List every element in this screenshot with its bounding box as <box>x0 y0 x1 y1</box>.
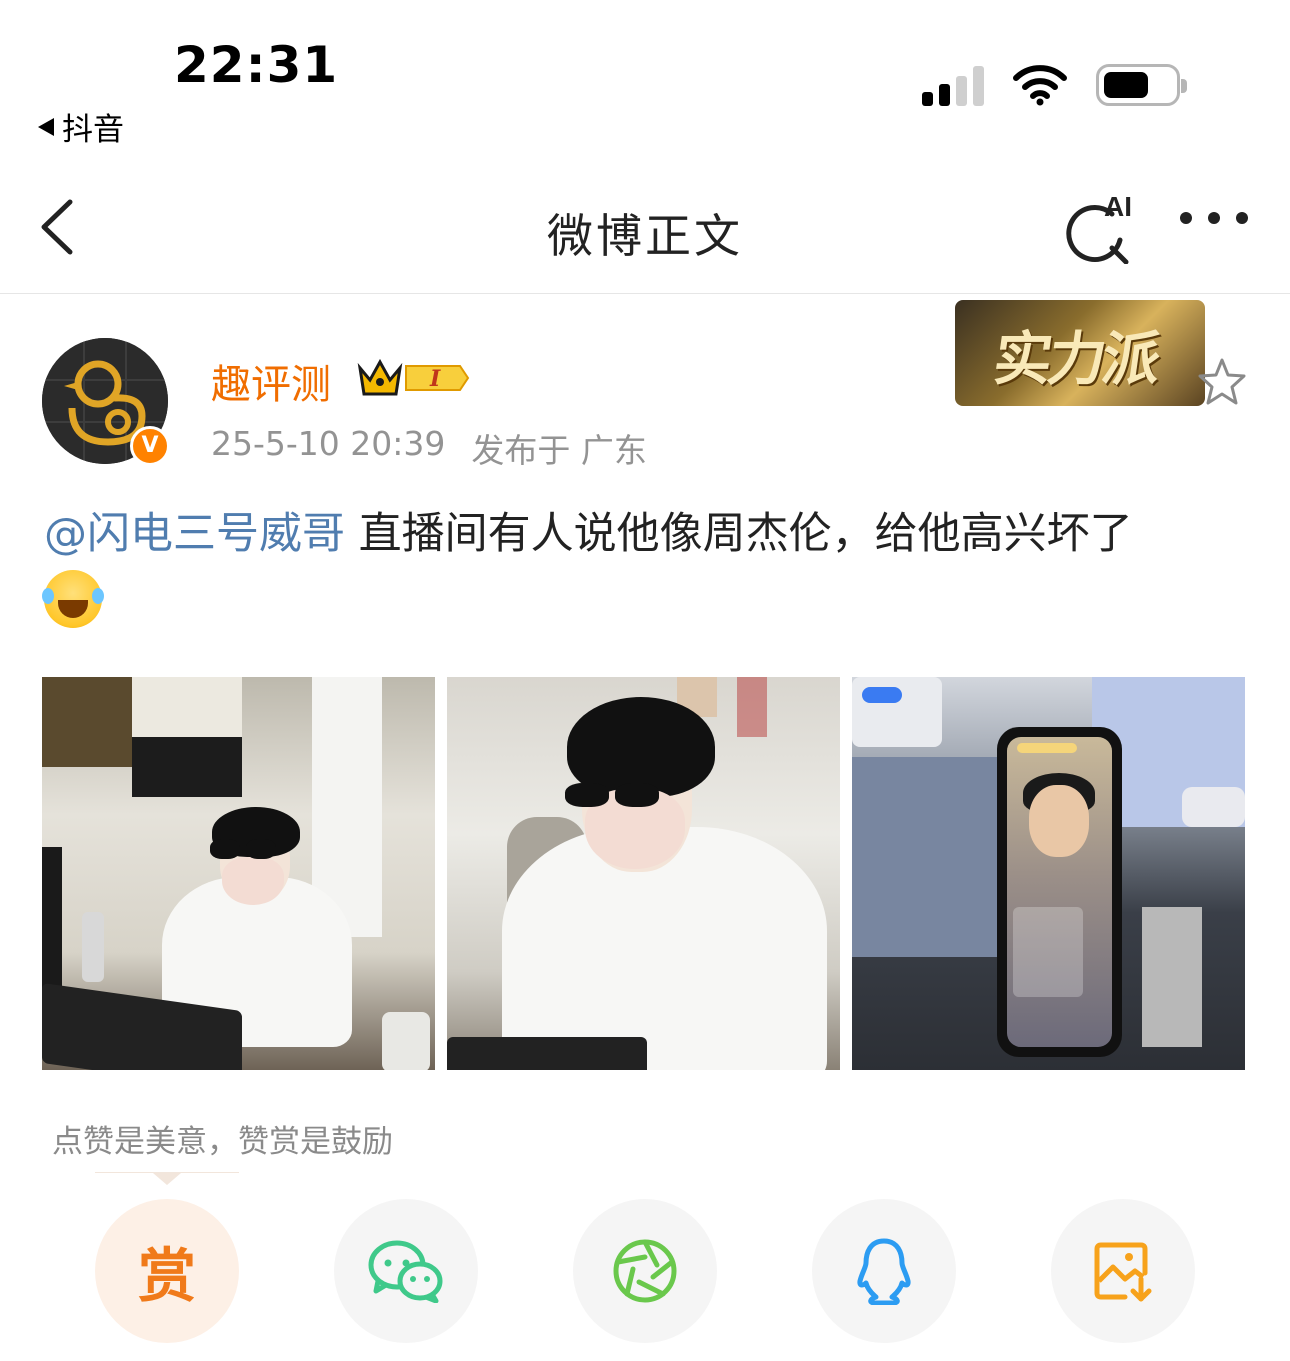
post-image-1[interactable] <box>42 677 435 1070</box>
reward-hint: 点赞是美意，赞赏是鼓励 <box>52 1124 393 1160</box>
phone-livestream-screen <box>997 727 1122 1057</box>
more-options-button[interactable] <box>1180 212 1248 224</box>
cellular-signal-icon <box>922 64 984 106</box>
share-wechat-button[interactable] <box>334 1199 478 1343</box>
status-icons <box>922 64 1187 106</box>
save-image-button[interactable] <box>1051 1199 1195 1343</box>
verified-badge-icon: V <box>130 426 170 466</box>
decoration-text: 实力派 <box>989 325 1162 393</box>
post-body-text: 直播间有人说他像周杰伦，给他高兴坏了 <box>345 509 1133 559</box>
reward-label: 赏 <box>137 1242 196 1310</box>
hint-pointer <box>95 1172 239 1192</box>
wifi-icon <box>1013 65 1067 106</box>
status-time: 22:31 <box>174 36 339 94</box>
battery-icon <box>1096 64 1187 106</box>
author-name[interactable]: 趣评测 <box>211 352 331 410</box>
post-content: @闪电三号威哥 直播间有人说他像周杰伦，给他高兴坏了 <box>42 500 1254 636</box>
laughing-tears-emoji-icon <box>42 570 104 628</box>
ai-label: AI <box>1104 191 1132 222</box>
back-triangle-icon <box>38 117 54 136</box>
share-qq-button[interactable] <box>812 1199 956 1343</box>
post-image-3[interactable] <box>852 677 1245 1070</box>
share-row: 赏 <box>95 1199 1195 1343</box>
member-level-badge-icon[interactable]: I <box>356 354 470 402</box>
level-badge-label: I <box>429 366 441 392</box>
card-decoration[interactable]: 实力派 <box>955 300 1205 406</box>
save-image-icon <box>1094 1242 1152 1302</box>
ai-search-icon[interactable]: AI <box>1060 188 1142 264</box>
wechat-icon <box>368 1240 443 1303</box>
qq-penguin-icon <box>857 1238 911 1305</box>
moments-aperture-icon <box>613 1239 677 1303</box>
post-image-2[interactable] <box>447 677 840 1070</box>
user-mention-link[interactable]: @闪电三号威哥 <box>44 509 345 559</box>
nav-bar: 微博正文 AI <box>0 160 1290 294</box>
post-meta: 25-5-10 20:39 发布于 广东 <box>211 424 647 472</box>
back-app-label: 抖音 <box>62 112 124 148</box>
back-to-app-button[interactable]: 抖音 <box>38 104 124 149</box>
post-location: 发布于 广东 <box>471 431 647 470</box>
photo-grid <box>42 677 1245 1070</box>
post-timestamp: 25-5-10 20:39 <box>211 424 446 463</box>
share-moments-button[interactable] <box>573 1199 717 1343</box>
favorite-star-icon[interactable] <box>1196 356 1248 408</box>
reward-button[interactable]: 赏 <box>95 1199 239 1343</box>
